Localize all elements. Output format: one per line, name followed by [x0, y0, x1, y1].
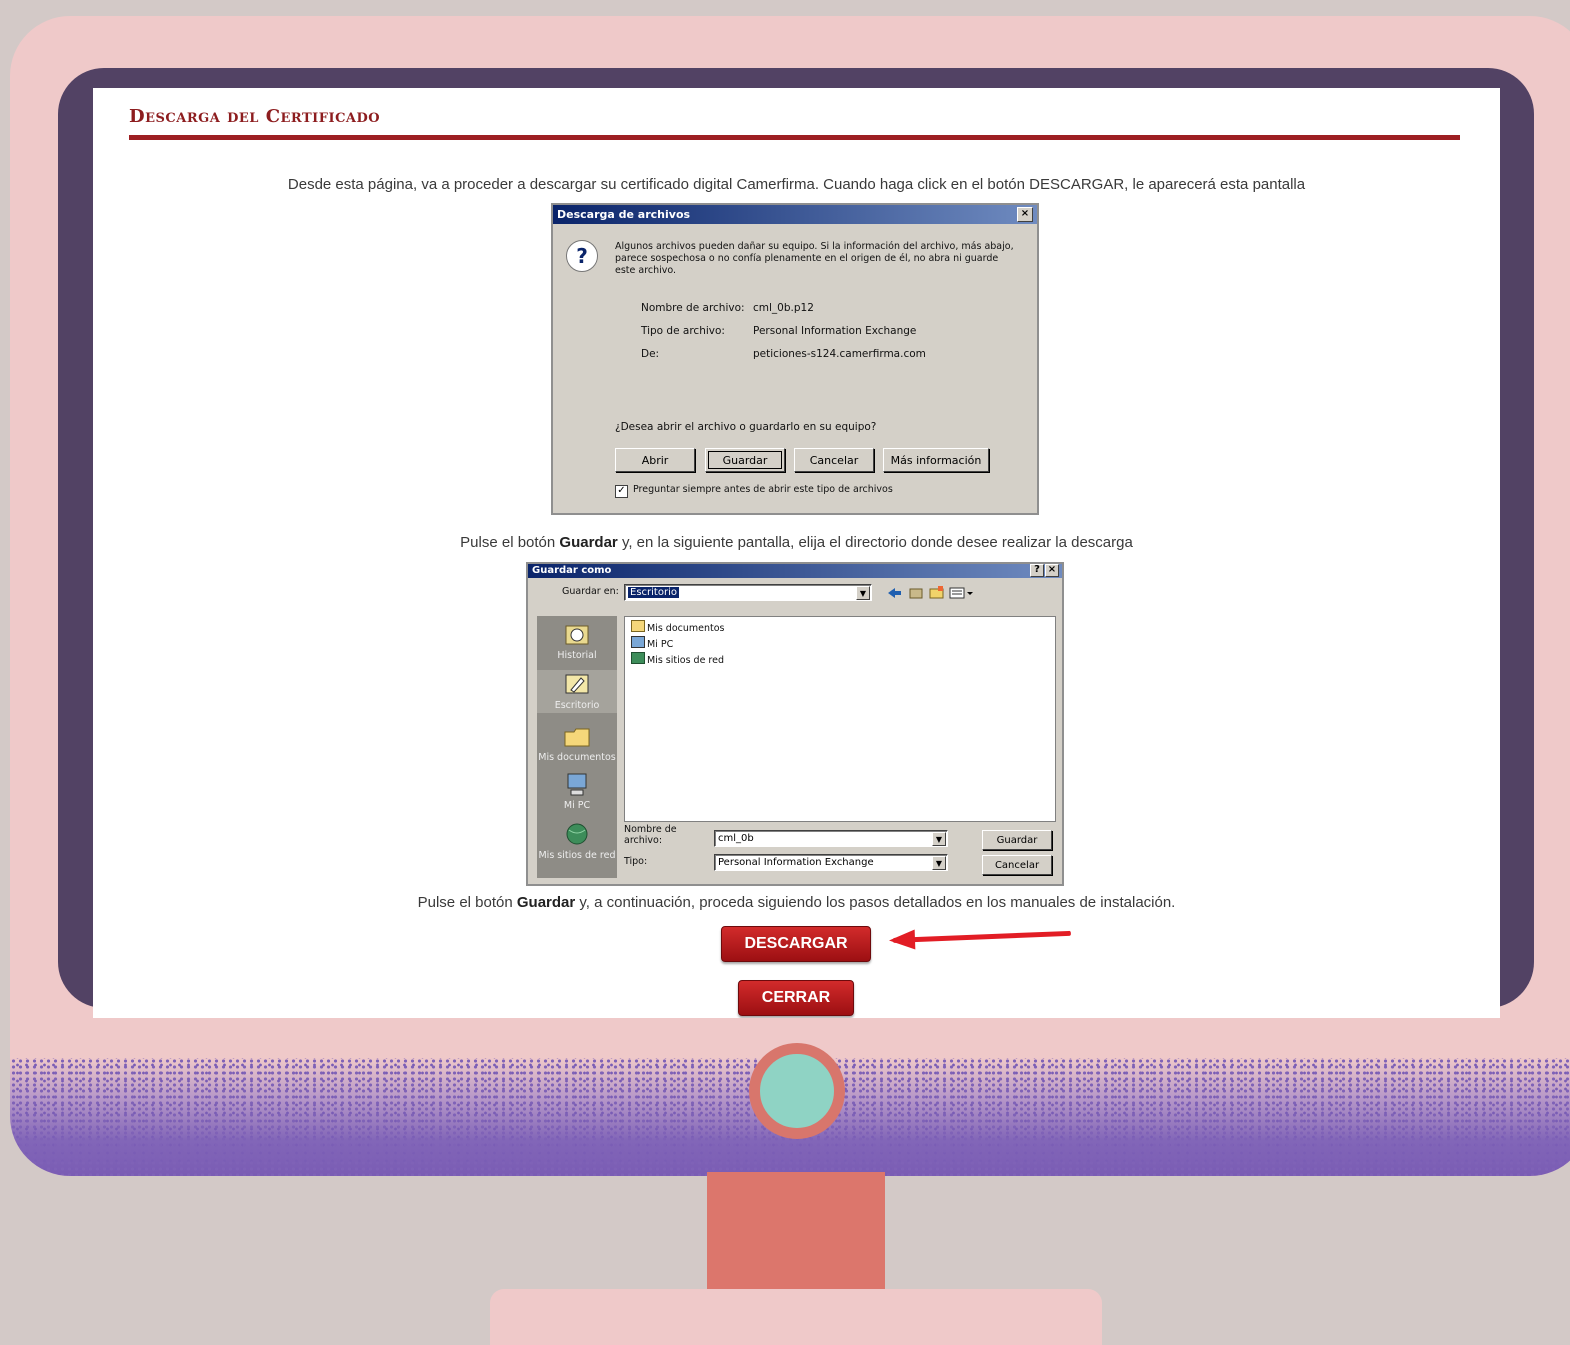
always-ask-label: Preguntar siempre antes de abrir este ti…	[633, 484, 893, 495]
place-history-label: Historial	[557, 650, 597, 661]
dropdown-arrow-icon[interactable]: ▼	[856, 586, 870, 600]
list-item[interactable]: Mi PC	[631, 636, 673, 650]
place-my-documents[interactable]: Mis documentos	[537, 724, 617, 763]
desktop-icon	[565, 674, 589, 694]
dropdown-arrow-icon[interactable]: ▼	[932, 832, 946, 846]
close-button[interactable]: CERRAR	[738, 980, 854, 1016]
page-title: Descarga del Certificado	[129, 106, 381, 127]
up-folder-icon	[909, 588, 923, 599]
open-button[interactable]: Abrir	[615, 448, 695, 472]
filename-field[interactable]: cml_0b ▼	[714, 830, 948, 847]
title-divider	[129, 135, 1460, 140]
close-icon[interactable]: ×	[1045, 564, 1059, 577]
filename-field-value: cml_0b	[718, 833, 754, 844]
filetype-value: Personal Information Exchange	[753, 325, 917, 337]
computer-icon	[631, 636, 645, 648]
step2-text-pre: Pulse el botón	[460, 534, 560, 551]
download-dialog-title: Descarga de archivos	[557, 208, 691, 221]
open-save-question: ¿Desea abrir el archivo o guardarlo en s…	[615, 421, 877, 433]
place-my-pc-label: Mi PC	[563, 800, 591, 811]
toolbar-icons	[888, 586, 973, 599]
list-item[interactable]: Mis sitios de red	[631, 652, 724, 666]
save-as-title: Guardar como	[532, 565, 612, 576]
question-icon: ?	[566, 240, 598, 272]
save-in-label: Guardar en:	[562, 586, 619, 597]
warning-text: Algunos archivos pueden dañar su equipo.…	[615, 241, 1014, 276]
filetype-select[interactable]: Personal Information Exchange ▼	[714, 854, 948, 871]
step2-text-post: y, en la siguiente pantalla, elija el di…	[617, 534, 1133, 551]
cancel-button[interactable]: Cancelar	[982, 855, 1052, 875]
download-dialog: Descarga de archivos × ? Algunos archivo…	[551, 203, 1039, 515]
step2-text-bold: Guardar	[559, 534, 618, 551]
place-desktop-label: Escritorio	[554, 700, 600, 711]
places-bar: Historial Escritorio Mis documentos Mi P…	[537, 616, 617, 878]
file-list[interactable]: Mis documentos Mi PC Mis sitios de red	[624, 616, 1056, 822]
help-icon[interactable]: ?	[1030, 564, 1044, 577]
always-ask-checkbox[interactable]: ✓	[615, 485, 628, 498]
dropdown-arrow-icon[interactable]: ▼	[932, 856, 946, 870]
filename-label: Nombre de archivo:	[641, 302, 745, 314]
filename-label: Nombre de archivo:	[624, 824, 677, 846]
list-item-label: Mis documentos	[647, 623, 725, 634]
monitor-stand-foot	[490, 1289, 1102, 1345]
filename-value: cml_0b.p12	[753, 302, 814, 314]
list-item-label: Mi PC	[647, 639, 674, 650]
list-item-label: Mis sitios de red	[647, 655, 725, 666]
filetype-label: Tipo de archivo:	[641, 325, 725, 337]
list-item[interactable]: Mis documentos	[631, 620, 725, 634]
save-button[interactable]: Guardar	[982, 830, 1052, 850]
place-desktop[interactable]: Escritorio	[537, 670, 617, 713]
new-folder-icon	[929, 586, 944, 599]
network-globe-icon	[566, 823, 588, 845]
save-in-value: Escritorio	[628, 587, 679, 598]
intro-text: Desde esta página, va a proceder a desca…	[287, 176, 1306, 193]
from-value: peticiones-s124.camerfirma.com	[753, 348, 926, 360]
view-menu-icon	[949, 587, 973, 599]
screen: Descarga del Certificado Desde esta pági…	[93, 88, 1500, 1018]
step3-text-pre: Pulse el botón	[417, 894, 517, 911]
download-dialog-titlebar: Descarga de archivos ×	[553, 205, 1037, 224]
place-history[interactable]: Historial	[537, 622, 617, 661]
from-label: De:	[641, 348, 660, 360]
more-info-button[interactable]: Más información	[883, 448, 989, 472]
power-button-icon	[749, 1043, 845, 1139]
save-as-titlebar: Guardar como ? ×	[528, 564, 1062, 578]
save-as-dialog: Guardar como ? × Guardar en: Escritorio …	[526, 562, 1064, 886]
place-my-documents-label: Mis documentos	[538, 752, 616, 763]
folder-icon	[631, 620, 645, 632]
place-my-pc[interactable]: Mi PC	[537, 772, 617, 811]
save-in-select[interactable]: Escritorio ▼	[624, 584, 872, 601]
place-network-label: Mis sitios de red	[538, 850, 616, 861]
arrow-pointer-shaft	[892, 930, 1071, 943]
step3-text: Pulse el botón Guardar y, a continuación…	[93, 894, 1500, 911]
monitor-stand-neck	[707, 1172, 885, 1294]
step3-text-bold: Guardar	[516, 894, 576, 911]
download-button[interactable]: DESCARGAR	[721, 926, 871, 962]
cancel-button[interactable]: Cancelar	[794, 448, 874, 472]
computer-icon	[567, 773, 587, 796]
place-network[interactable]: Mis sitios de red	[537, 822, 617, 861]
save-button[interactable]: Guardar	[705, 448, 785, 472]
close-icon[interactable]: ×	[1017, 207, 1033, 222]
folder-icon	[564, 728, 590, 747]
filetype-select-value: Personal Information Exchange	[718, 857, 874, 868]
step2-text: Pulse el botón Guardar y, en la siguient…	[93, 534, 1500, 551]
network-globe-icon	[631, 652, 645, 664]
back-arrow-icon	[888, 588, 901, 598]
filetype-label: Tipo:	[624, 856, 648, 867]
history-icon	[565, 625, 589, 645]
step3-text-post: y, a continuación, proceda siguiendo los…	[575, 894, 1176, 911]
